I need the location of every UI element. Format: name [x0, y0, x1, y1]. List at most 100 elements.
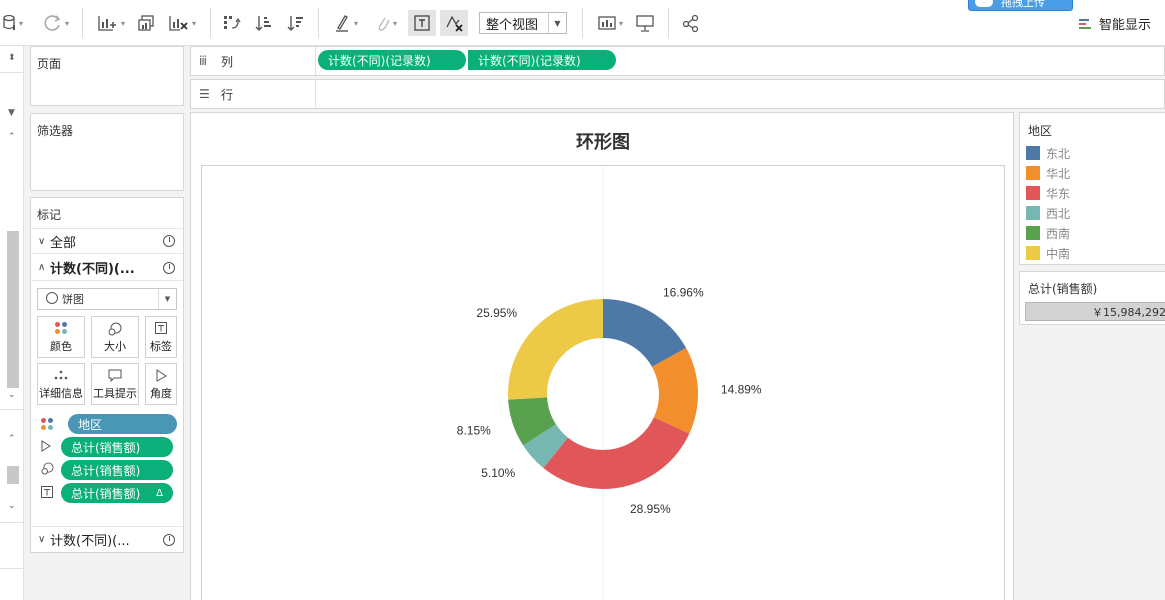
data-pane-strip: ⬍ ▼ ⌃ ⌄ ⌃ ⌄ — [0, 46, 24, 600]
label-button-label: 标签 — [150, 340, 172, 353]
view-mode-select[interactable]: 整个视图 ▼ — [479, 12, 567, 34]
tooltip-icon — [108, 369, 122, 385]
chevron-down-icon[interactable]: ▼ — [8, 108, 15, 118]
upload-tab[interactable]: 拖拽上传 — [968, 0, 1073, 11]
rows-icon: ☰ — [199, 87, 210, 101]
chevron-up-icon[interactable]: ⌃ — [8, 434, 16, 444]
clear-sheet-icon[interactable]: ▾ — [164, 10, 200, 36]
pages-card[interactable]: 页面 — [30, 46, 184, 106]
slice-label: 5.10% — [481, 466, 515, 480]
detail-dots-icon — [54, 369, 68, 383]
legend-item[interactable]: 华北 — [1026, 165, 1070, 181]
detail-button-label: 详细信息 — [39, 387, 83, 400]
angle-button[interactable]: 角度 — [145, 363, 177, 405]
divider — [0, 409, 24, 410]
plot-area[interactable]: 16.96% 14.89% 28.95% 5.10% 8.15% 25.95% — [201, 165, 1005, 600]
group-paperclip-icon[interactable]: ▾ — [368, 10, 404, 36]
color-button-label: 颜色 — [50, 340, 72, 353]
mark-type-value: 饼图 — [38, 291, 158, 307]
rows-shelf[interactable]: ☰ 行 — [190, 79, 1165, 109]
marks-all-label: 全部 — [50, 235, 77, 251]
marks-section-active[interactable]: ∧ 计数(不同)(... — [32, 255, 183, 281]
scrollbar-thumb[interactable] — [7, 466, 19, 484]
color-button[interactable]: 颜色 — [37, 316, 85, 358]
column-pill[interactable]: 计数(不同)(记录数) — [468, 50, 616, 70]
marks-card-title: 标记 — [37, 208, 62, 222]
field-pill[interactable]: 地区 — [68, 414, 177, 434]
sort-descending-icon[interactable] — [284, 10, 308, 36]
marks-card: 标记 ∨ 全部 ∧ 计数(不同)(... 饼图 ▼ 颜色 大小 标签 详细信息 … — [30, 197, 184, 553]
filters-card[interactable]: 筛选器 — [30, 113, 184, 191]
pie-icon — [163, 533, 175, 546]
toolbar-divider — [318, 8, 319, 38]
marks-section-all[interactable]: ∨ 全部 — [32, 228, 183, 254]
legend-item[interactable]: 西南 — [1026, 225, 1070, 241]
marks-active-label: 计数(不同)(... — [50, 262, 135, 277]
legend-label: 西南 — [1046, 226, 1071, 241]
chevron-down-icon: ∨ — [38, 235, 46, 247]
pie-icon — [163, 261, 175, 274]
chevron-down-icon[interactable]: ⌄ — [8, 390, 16, 400]
legend-swatch — [1026, 146, 1040, 160]
field-pill[interactable]: 总计(销售额) — [61, 460, 173, 480]
smart-show-label: 智能显示 — [1098, 18, 1151, 33]
legend-label: 中南 — [1046, 246, 1071, 261]
toolbar: ▾ ▾ ▾ ▾ ▾ ▾ 整个视图 ▼ ▾ 拖拽上传 智能显示 — [0, 0, 1165, 46]
marks-section-second[interactable]: ∨ 计数(不同)(... — [32, 526, 183, 552]
highlight-pen-icon[interactable]: ▾ — [328, 10, 364, 36]
slice-label: 8.15% — [457, 424, 491, 438]
share-icon[interactable] — [678, 10, 704, 36]
legend-swatch — [1026, 226, 1040, 240]
show-labels-icon[interactable] — [408, 10, 436, 36]
size-button[interactable]: 大小 — [91, 316, 139, 358]
legend-label: 华东 — [1046, 186, 1071, 201]
tooltip-button[interactable]: 工具提示 — [91, 363, 139, 405]
total-sales-value: ￥15,984,292 — [1025, 302, 1165, 321]
legend-swatch — [1026, 246, 1040, 260]
view-mode-value: 整个视图 — [486, 17, 539, 33]
fix-axes-icon[interactable] — [440, 10, 468, 36]
chevron-down-icon: ▼ — [158, 289, 176, 309]
label-button[interactable]: 标签 — [145, 316, 177, 358]
donut-slice-中南[interactable] — [508, 299, 603, 400]
upload-tab-label: 拖拽上传 — [1001, 0, 1045, 9]
filters-card-title: 筛选器 — [37, 124, 74, 138]
scrollbar-thumb[interactable] — [7, 231, 19, 388]
marks-field-label[interactable]: 总计(销售额) Δ — [41, 483, 177, 503]
duplicate-sheet-icon[interactable] — [134, 10, 158, 36]
donut-slice-华东[interactable] — [543, 417, 690, 489]
detail-button[interactable]: 详细信息 — [37, 363, 85, 405]
angle-button-label: 角度 — [150, 387, 172, 400]
column-pill[interactable]: 计数(不同)(记录数) — [318, 50, 466, 70]
legend-item[interactable]: 华东 — [1026, 185, 1070, 201]
columns-icon: iii — [199, 54, 207, 68]
legend-item[interactable]: 东北 — [1026, 145, 1070, 161]
sort-ascending-icon[interactable] — [252, 10, 276, 36]
size-icon — [108, 322, 122, 339]
toolbar-divider — [668, 8, 669, 38]
smart-show-button[interactable]: 智能显示 — [1078, 14, 1151, 33]
marks-field-angle[interactable]: 总计(销售额) — [41, 437, 177, 457]
columns-label-text: 列 — [221, 54, 234, 69]
field-pill[interactable]: 总计(销售额) Δ — [61, 483, 173, 503]
mark-type-select[interactable]: 饼图 ▼ — [37, 288, 177, 310]
chevron-down-icon[interactable]: ⌄ — [8, 501, 16, 511]
legend-item[interactable]: 中南 — [1026, 245, 1070, 261]
chevron-up-icon[interactable]: ⌃ — [8, 132, 16, 142]
color-legend[interactable]: 地区 东北 华北 华东 西北 西南 中南 — [1019, 112, 1165, 265]
new-worksheet-icon[interactable]: ▾ — [94, 10, 128, 36]
swap-rows-columns-icon[interactable] — [220, 10, 244, 36]
marks-field-color[interactable]: 地区 — [41, 414, 177, 434]
donut-chart[interactable]: 16.96% 14.89% 28.95% 5.10% 8.15% 25.95% — [202, 166, 1006, 600]
view-canvas[interactable]: 环形图 16.96% 14.89% 28.95% 5.10% 8.15% 25.95% — [190, 112, 1014, 600]
show-cards-icon[interactable]: ▾ — [592, 10, 628, 36]
data-source-icon[interactable]: ▾ — [2, 10, 24, 36]
refresh-icon[interactable]: ▾ — [38, 10, 74, 36]
legend-item[interactable]: 西北 — [1026, 205, 1070, 221]
presentation-icon[interactable] — [632, 10, 658, 36]
marks-field-size[interactable]: 总计(销售额) — [41, 460, 177, 480]
collapse-arrow-icon[interactable]: ⬍ — [8, 53, 16, 63]
divider — [0, 568, 24, 569]
columns-shelf[interactable]: iii 列 计数(不同)(记录数) 计数(不同)(记录数) — [190, 46, 1165, 76]
field-pill[interactable]: 总计(销售额) — [61, 437, 173, 457]
